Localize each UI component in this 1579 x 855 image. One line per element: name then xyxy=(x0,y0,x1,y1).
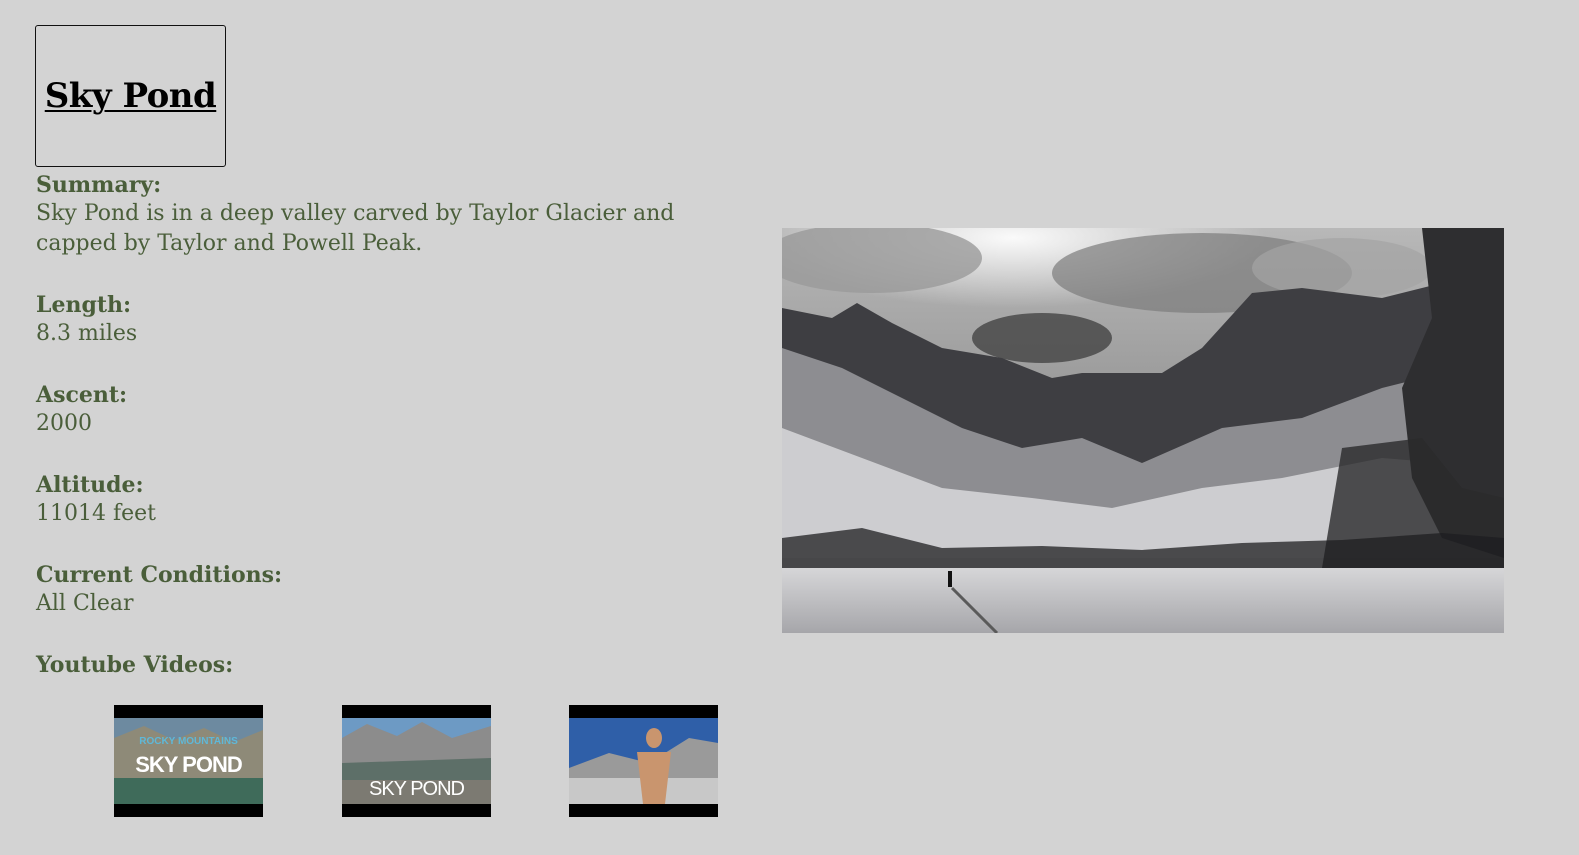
summary-label: Summary: xyxy=(36,172,162,198)
youtube-video-thumbnail-1[interactable]: ROCKY MOUNTAINS SKY POND xyxy=(114,705,263,817)
length-label: Length: xyxy=(36,292,132,318)
youtube-video-thumbnail-2[interactable]: SKY POND xyxy=(342,705,491,817)
title-box: Sky Pond xyxy=(35,25,226,167)
video-1-caption: SKY POND xyxy=(135,752,243,777)
video-2-caption: SKY POND xyxy=(369,778,465,800)
length-value: 8.3 miles xyxy=(36,321,138,346)
trail-details: Summary: Sky Pond is in a deep valley ca… xyxy=(36,171,736,679)
videos-label: Youtube Videos: xyxy=(36,652,234,678)
altitude-label: Altitude: xyxy=(36,472,144,498)
page-title-link[interactable]: Sky Pond xyxy=(45,76,217,116)
conditions-label: Current Conditions: xyxy=(36,562,283,588)
video-3-image xyxy=(569,718,718,804)
conditions-value: All Clear xyxy=(36,591,134,616)
summary-text: Sky Pond is in a deep valley carved by T… xyxy=(36,201,675,256)
ascent-label: Ascent: xyxy=(36,382,128,408)
altitude-value: 11014 feet xyxy=(36,501,157,526)
youtube-video-thumbnail-3[interactable] xyxy=(569,705,718,817)
sky-pond-photo xyxy=(782,228,1504,633)
video-2-image: SKY POND xyxy=(342,718,491,804)
video-1-caption-top: ROCKY MOUNTAINS xyxy=(139,736,238,747)
ascent-value: 2000 xyxy=(36,411,92,436)
video-1-image: ROCKY MOUNTAINS SKY POND xyxy=(114,718,263,804)
